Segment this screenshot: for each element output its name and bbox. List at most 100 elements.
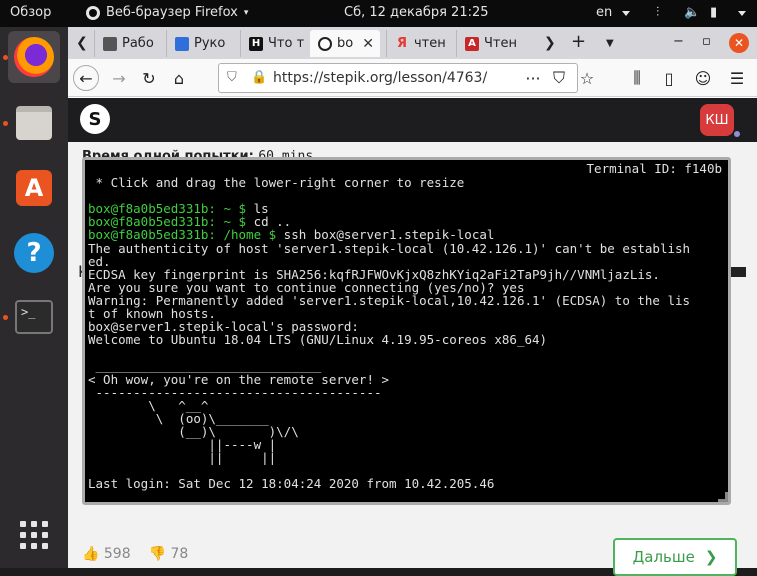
page-icon [103,36,117,51]
terminal-line: * Click and drag the lower-right corner … [88,175,465,190]
clock[interactable]: Сб, 12 декабря 21:25 [344,5,489,20]
library-icon[interactable]: ⫼ [624,65,650,91]
notification-dot [734,131,740,137]
tab-bar: ❮ Рабо Руко H Что т bo ✕ Я чтен A Чтен ❯… [68,27,757,59]
chevron-right-icon: ❯ [704,548,718,566]
close-window-button[interactable]: ✕ [729,33,749,53]
forward-button[interactable]: → [106,65,132,91]
tab-3-active[interactable]: bo ✕ [310,30,380,57]
page-icon [175,36,189,51]
chevron-down-icon [738,11,746,16]
terminal-line: (__)\ )\/\ [88,423,299,439]
home-button[interactable]: ⌂ [166,65,192,91]
stepik-header: S КШ [68,98,757,142]
terminal-line: || || [88,450,277,466]
terminal-line: box@f8a0b5ed331b: ~ $ ls [88,202,269,215]
maximize-button[interactable]: ▫ [702,34,711,49]
terminal-line: \ (oo)\_______ [88,410,269,426]
software-store-icon: A [16,170,52,206]
tab-4[interactable]: Я чтен [386,30,452,57]
dock: A ? >_ [0,27,68,568]
stepik-logo-icon[interactable]: S [80,104,110,134]
running-indicator [3,55,8,60]
page-icon: A [465,36,479,51]
tab-scroll-right-icon[interactable]: ❯ [544,35,556,51]
terminal-icon: >_ [15,300,53,334]
thumbs-up-icon: 👍 [82,546,100,562]
terminal-line: The authenticity of host 'server1.stepik… [88,240,691,256]
tab-label: Руко [194,36,226,51]
chevron-down-icon [622,11,630,16]
yandex-icon: Я [396,36,407,51]
sidebar-icon[interactable]: ▯ [656,65,682,91]
terminal-line: Last login: Sat Dec 12 18:04:24 2020 fro… [88,476,495,492]
dock-terminal[interactable]: >_ [8,291,60,343]
tab-list-chevron-icon[interactable]: ▼ [606,38,614,49]
chevron-down-icon: ▾ [243,7,249,18]
url-text: https://stepik.org/lesson/4763/ [273,70,488,86]
dock-help[interactable]: ? [8,227,60,279]
tab-label: Чтен [484,36,517,51]
dock-firefox[interactable] [8,31,60,83]
next-button[interactable]: Дальше ❯ [613,538,737,576]
minimize-button[interactable]: − [673,34,684,49]
tab-0[interactable]: Рабо [94,30,158,57]
terminal-line: ______________________________ [88,358,322,374]
terminal-line: box@f8a0b5ed331b: /home $ ssh box@server… [88,228,494,241]
page-actions-icon[interactable]: ··· [520,65,546,91]
shield-icon[interactable]: ⛉ [227,70,237,85]
running-indicator [3,121,8,126]
app-menu-label: Веб-браузер Firefox [106,5,238,20]
tab-label: Что т [268,36,305,51]
reload-button[interactable]: ↻ [136,65,162,91]
like-button[interactable]: 👍 598 [82,546,131,562]
tab-label: Рабо [122,36,154,51]
avatar[interactable]: КШ [700,104,734,136]
running-indicator [3,315,8,320]
close-tab-icon[interactable]: ✕ [362,36,374,52]
activities-button[interactable]: Обзор [10,5,51,20]
help-icon: ? [14,233,54,273]
terminal-line: t of known hosts. [88,306,216,321]
new-tab-icon[interactable]: + [571,31,586,52]
account-icon[interactable]: ☺ [690,65,716,91]
battery-icon[interactable]: ▮ [710,5,717,20]
app-menu[interactable]: Веб-браузер Firefox ▾ [86,5,248,20]
dislike-button[interactable]: 👎 78 [149,546,189,562]
show-applications-icon[interactable] [20,521,48,549]
volume-icon[interactable]: 🔈 [684,5,700,20]
tab-2[interactable]: H Что т [240,30,306,57]
network-icon[interactable]: ⫶ [656,5,659,20]
firefox-icon [14,37,54,77]
likes-count: 598 [103,546,131,562]
terminal[interactable]: Terminal ID: f140b * Click and drag the … [82,157,731,505]
top-bar: Обзор Веб-браузер Firefox ▾ Сб, 12 декаб… [0,0,757,27]
tab-label: чтен [414,36,446,51]
terminal-line: < Oh wow, you're on the remote server! > [88,371,390,387]
nav-bar: ← → ↻ ⌂ ⛉ 🔒 https://stepik.org/lesson/47… [68,59,757,97]
keyboard-layout-indicator[interactable]: en [596,5,612,20]
menu-icon[interactable]: ☰ [724,65,750,91]
terminal-id: Terminal ID: f140b [586,161,722,176]
dock-software[interactable]: A [8,162,60,214]
firefox-small-icon [86,5,100,20]
terminal-line: -------------------------------------- [88,384,382,400]
terminal-line: Are you sure you want to continue connec… [88,279,525,295]
files-icon [16,106,52,140]
tab-scroll-left-icon[interactable]: ❮ [76,35,88,51]
bookmark-star-icon[interactable]: ☆ [574,65,600,91]
next-button-label: Дальше [632,548,695,566]
resize-handle[interactable] [718,492,728,502]
pocket-icon[interactable]: ⛉ [546,65,572,91]
terminal-line: ||----w | [88,437,277,452]
back-button[interactable]: ← [73,65,99,91]
tab-1[interactable]: Руко [166,30,234,57]
dock-files[interactable] [8,97,60,149]
tab-5[interactable]: A Чтен [456,30,522,57]
stepik-icon [318,36,332,51]
terminal-line: box@server1.stepik-local's password: [88,319,359,335]
tab-label: bo [337,36,354,51]
lock-icon[interactable]: 🔒 [251,70,267,85]
terminal-line: ed. [88,253,111,269]
terminal-line: \ ^__^ [88,397,209,413]
